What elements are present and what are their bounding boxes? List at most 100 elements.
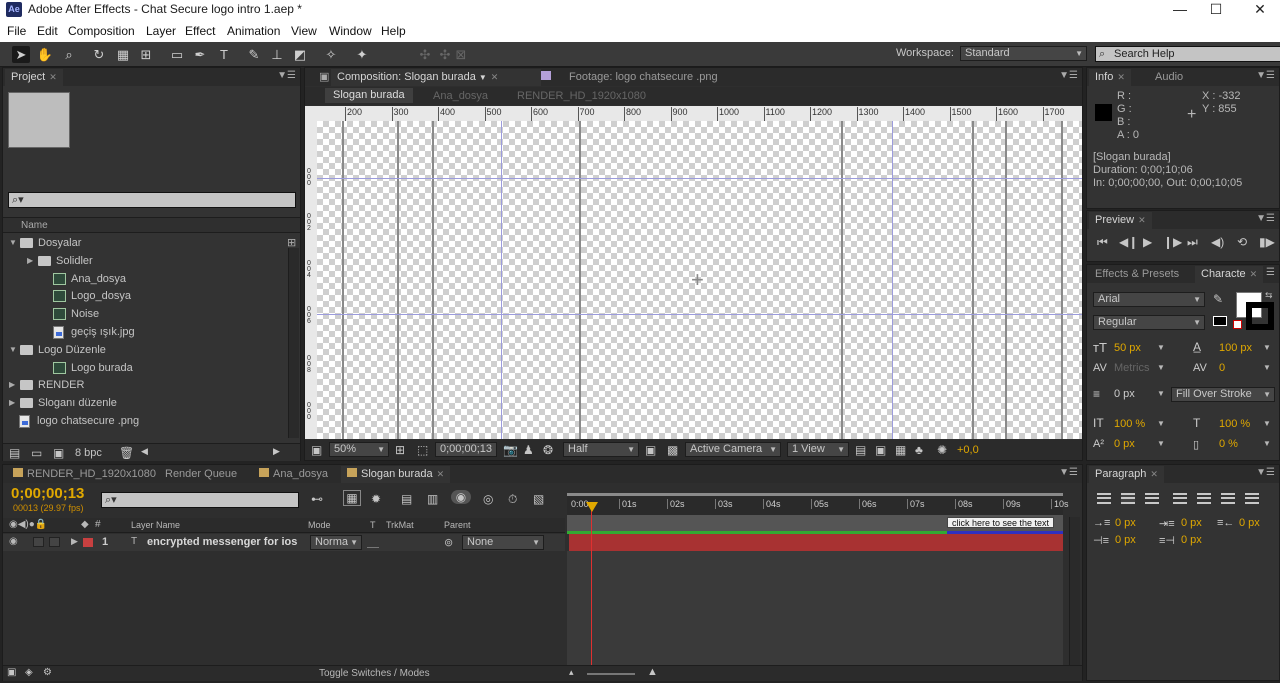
mini-flowchart-icon[interactable]: ⊷ bbox=[311, 492, 323, 506]
black-swatch[interactable] bbox=[1213, 316, 1227, 326]
tab-render-hd[interactable]: RENDER_HD_1920x1080 bbox=[7, 466, 162, 483]
clone-stamp-tool-icon[interactable]: ⊥ bbox=[268, 46, 286, 63]
transparency-grid-icon[interactable]: ▩ bbox=[667, 443, 678, 457]
camera-dropdown[interactable]: Active Camera ▼ bbox=[685, 442, 781, 457]
loop-icon[interactable]: ⟲ bbox=[1237, 235, 1247, 249]
current-time-field[interactable]: 0;00;00;13 bbox=[435, 442, 497, 457]
align-right-icon[interactable] bbox=[1145, 493, 1159, 504]
list-item[interactable]: ▶ Solidler bbox=[3, 252, 287, 270]
toggle-switches-modes-button[interactable]: Toggle Switches / Modes bbox=[319, 668, 430, 679]
justify-center-icon[interactable] bbox=[1197, 493, 1211, 504]
chevron-down-icon[interactable]: ▼ bbox=[1157, 389, 1165, 398]
tab-project[interactable]: Project ✕ bbox=[5, 69, 63, 86]
layer-switches-icon[interactable]: ▣ bbox=[7, 667, 16, 678]
zoom-tool-icon[interactable]: ⌕ bbox=[60, 46, 78, 63]
transfer-controls-icon[interactable]: ◈ bbox=[25, 667, 33, 678]
roto-brush-tool-icon[interactable]: ✧ bbox=[322, 46, 340, 63]
chevron-down-icon[interactable]: ▼ bbox=[1263, 343, 1271, 352]
work-area-bar[interactable]: click here to see the text bbox=[567, 515, 1063, 531]
timeline-track-area[interactable] bbox=[567, 551, 1063, 665]
last-frame-icon[interactable]: ⏭ bbox=[1187, 235, 1198, 250]
work-area-handle[interactable] bbox=[567, 493, 1063, 496]
chevron-down-icon[interactable]: ▼ bbox=[1263, 439, 1271, 448]
axis-mode-icon[interactable]: ✣ bbox=[416, 46, 434, 63]
resolution-dropdown[interactable]: Half ▼ bbox=[563, 442, 639, 457]
list-item[interactable]: ▼ Dosyalar bbox=[3, 234, 287, 252]
justify-all-icon[interactable] bbox=[1245, 493, 1259, 504]
timeline-timecode[interactable]: 0;00;00;13 bbox=[11, 485, 84, 502]
column-name[interactable]: Name bbox=[21, 220, 48, 231]
list-item[interactable]: ▶ Sloganı düzenle bbox=[3, 394, 287, 412]
view-layout-dropdown[interactable]: 1 View ▼ bbox=[787, 442, 849, 457]
tab-ana-dosya[interactable]: Ana_dosya bbox=[253, 466, 334, 483]
blend-mode-dropdown[interactable]: Norma ▼ bbox=[310, 535, 362, 550]
no-color-swatch[interactable] bbox=[1233, 320, 1242, 329]
previous-frame-icon[interactable]: ◀❙ bbox=[1119, 235, 1138, 249]
pen-tool-icon[interactable]: ✒ bbox=[191, 46, 209, 63]
flowchart-icon[interactable]: ♣ bbox=[915, 443, 923, 457]
chevron-down-icon[interactable]: ▼ bbox=[1157, 439, 1165, 448]
list-item[interactable]: logo chatsecure .png bbox=[3, 412, 287, 430]
menu-animation[interactable]: Animation bbox=[227, 24, 280, 38]
search-help-input[interactable]: ⌕ Search Help bbox=[1095, 46, 1280, 62]
menu-help[interactable]: Help bbox=[381, 24, 406, 38]
ram-preview-icon[interactable]: ▮▶ bbox=[1259, 235, 1275, 249]
stroke-width-value[interactable]: 0 px bbox=[1114, 388, 1135, 400]
in-out-icon[interactable]: ⚙ bbox=[43, 667, 52, 678]
horizontal-scale-value[interactable]: 100 % bbox=[1219, 418, 1250, 430]
twirl-right-icon[interactable]: ▶ bbox=[9, 394, 15, 412]
number-column-icon[interactable]: # bbox=[95, 519, 101, 530]
always-preview-icon[interactable]: ▣ bbox=[311, 443, 322, 457]
eraser-tool-icon[interactable]: ◩ bbox=[291, 46, 309, 63]
column-trkmat[interactable]: TrkMat bbox=[386, 520, 414, 530]
av-switches-icon[interactable]: ◉◀)●🔒 bbox=[9, 519, 47, 530]
composition-viewer[interactable]: + bbox=[317, 121, 1082, 439]
list-item[interactable]: ▶ RENDER bbox=[3, 376, 287, 394]
column-mode[interactable]: Mode bbox=[308, 520, 331, 530]
timeline-search-input[interactable]: ⌕▾ bbox=[101, 492, 299, 508]
tab-slogan-burada[interactable]: Slogan burada ✕ bbox=[341, 466, 451, 483]
workspace-dropdown[interactable]: Standard ▼ bbox=[960, 46, 1087, 61]
scroll-right-icon[interactable]: ▶ bbox=[273, 446, 280, 457]
label-column-icon[interactable]: ◆ bbox=[81, 519, 89, 530]
axis-view-icon[interactable]: ⊠ bbox=[452, 46, 470, 63]
toggle-pixel-aspect-icon[interactable]: ▤ bbox=[855, 443, 866, 457]
tab-paragraph[interactable]: Paragraph ✕ bbox=[1089, 466, 1164, 483]
parent-pickwhip-icon[interactable]: ⊚ bbox=[444, 536, 453, 549]
panel-menu-icon[interactable]: ▼☰ bbox=[1256, 70, 1275, 81]
show-snapshot-icon[interactable]: ♟ bbox=[523, 443, 534, 457]
twirl-right-icon[interactable]: ▶ bbox=[9, 376, 15, 394]
tsume-value[interactable]: 0 % bbox=[1219, 438, 1238, 450]
tracking-value[interactable]: 0 bbox=[1219, 362, 1225, 374]
menu-window[interactable]: Window bbox=[329, 24, 372, 38]
hand-tool-icon[interactable]: ✋ bbox=[36, 46, 54, 63]
eye-icon[interactable]: ◉ bbox=[9, 536, 18, 547]
leading-value[interactable]: 100 px bbox=[1219, 342, 1252, 354]
tab-preview[interactable]: Preview ✕ bbox=[1089, 212, 1152, 229]
tab-footage[interactable]: Footage: logo chatsecure .png bbox=[535, 69, 724, 86]
menu-file[interactable]: File bbox=[7, 24, 26, 38]
panel-menu-icon[interactable]: ▼☰ bbox=[1059, 467, 1078, 478]
eyedropper-icon[interactable]: ✎ bbox=[1213, 292, 1223, 306]
rotate-tool-icon[interactable]: ↻ bbox=[90, 46, 108, 63]
table-row[interactable]: ◉ ▶ 1 T encrypted messenger for ios Norm… bbox=[3, 534, 565, 551]
exposure-icon[interactable]: ✺ bbox=[937, 443, 947, 457]
list-item[interactable]: Noise bbox=[3, 305, 287, 323]
list-item[interactable]: ▼ Logo Düzenle bbox=[3, 341, 287, 359]
brainstorm-icon[interactable]: ◎ bbox=[483, 492, 493, 506]
chevron-down-icon[interactable]: ▼ bbox=[1263, 363, 1271, 372]
channel-icon[interactable]: ❂ bbox=[543, 443, 553, 457]
align-center-icon[interactable] bbox=[1121, 493, 1135, 504]
composition-mini-icon[interactable]: ▦ bbox=[343, 490, 361, 506]
chevron-down-icon[interactable]: ▼ bbox=[1157, 343, 1165, 352]
motion-blur-icon[interactable]: ◉ bbox=[451, 490, 471, 504]
stroke-type-dropdown[interactable]: Fill Over Stroke ▼ bbox=[1171, 387, 1275, 402]
chevron-down-icon[interactable]: ▼ bbox=[1157, 419, 1165, 428]
zoom-dropdown[interactable]: 50% ▼ bbox=[329, 442, 389, 457]
preserve-transparency-checkbox[interactable] bbox=[367, 537, 379, 548]
scroll-left-icon[interactable]: ◀ bbox=[141, 446, 148, 457]
current-time-indicator-icon[interactable] bbox=[586, 502, 598, 512]
menu-composition[interactable]: Composition bbox=[68, 24, 135, 38]
space-before-value[interactable]: 0 px bbox=[1115, 534, 1136, 546]
column-layer-name[interactable]: Layer Name bbox=[131, 520, 180, 530]
